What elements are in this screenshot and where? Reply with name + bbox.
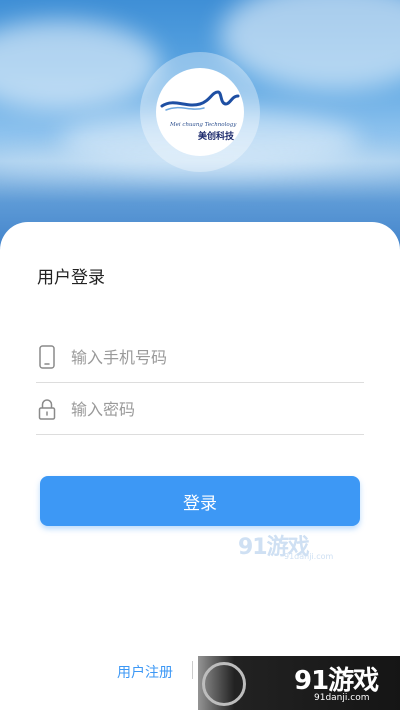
watermark-center-url: 91danji.com: [284, 552, 334, 561]
watermark-corner-text: 91游戏: [294, 666, 379, 696]
watermark-corner: 91游戏 91danji.com: [198, 656, 400, 710]
login-button[interactable]: 登录: [40, 476, 360, 526]
register-link[interactable]: 用户注册: [117, 662, 173, 682]
password-input[interactable]: [71, 399, 331, 419]
phone-field[interactable]: [36, 332, 364, 383]
phone-input[interactable]: [71, 347, 331, 367]
logo-chinese-text: 美创科技: [198, 132, 235, 142]
mobile-phone-icon: [37, 344, 57, 370]
password-field[interactable]: [36, 384, 364, 435]
page-title: 用户登录: [37, 268, 105, 288]
watermark-corner-url: 91danji.com: [314, 693, 370, 703]
watermark-center: 91游戏 91danji.com: [238, 529, 333, 561]
login-card: 用户登录 登录: [0, 222, 400, 710]
logo-wave-icon: [160, 90, 240, 111]
lock-icon: [37, 396, 57, 422]
footer-divider: [192, 661, 193, 679]
app-logo: Mei chuang Technology 美创科技: [140, 52, 260, 172]
watermark-c-logo-icon: [202, 662, 246, 706]
logo-english-text: Mei chuang Technology: [170, 122, 237, 128]
logo-badge: Mei chuang Technology 美创科技: [156, 68, 244, 156]
header-sky-background: Mei chuang Technology 美创科技: [0, 0, 400, 260]
